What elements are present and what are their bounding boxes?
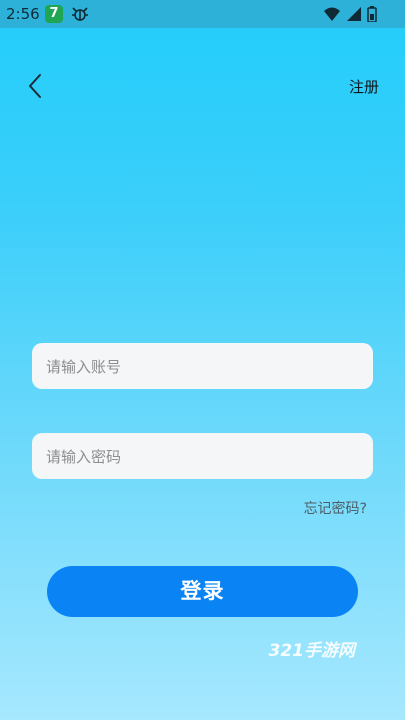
status-icons [323, 6, 377, 22]
register-link[interactable]: 注册 [349, 76, 379, 97]
password-input[interactable] [44, 433, 365, 481]
watermark: 321手游网 [268, 641, 356, 661]
signal-icon [346, 7, 361, 21]
account-field[interactable] [32, 343, 373, 391]
wifi-icon [323, 7, 340, 21]
chevron-left-icon [29, 74, 41, 98]
login-button[interactable]: 登录 [47, 566, 358, 617]
bug-icon [72, 7, 88, 21]
password-field[interactable] [32, 433, 373, 481]
app-badge-icon: 7 [45, 5, 63, 23]
status-bar: 2:56 7 [0, 0, 405, 28]
back-button[interactable] [22, 72, 50, 100]
status-time: 2:56 [6, 5, 40, 23]
forgot-password-link[interactable]: 忘记密码? [304, 498, 367, 518]
account-input[interactable] [44, 343, 365, 391]
battery-icon [367, 6, 377, 22]
